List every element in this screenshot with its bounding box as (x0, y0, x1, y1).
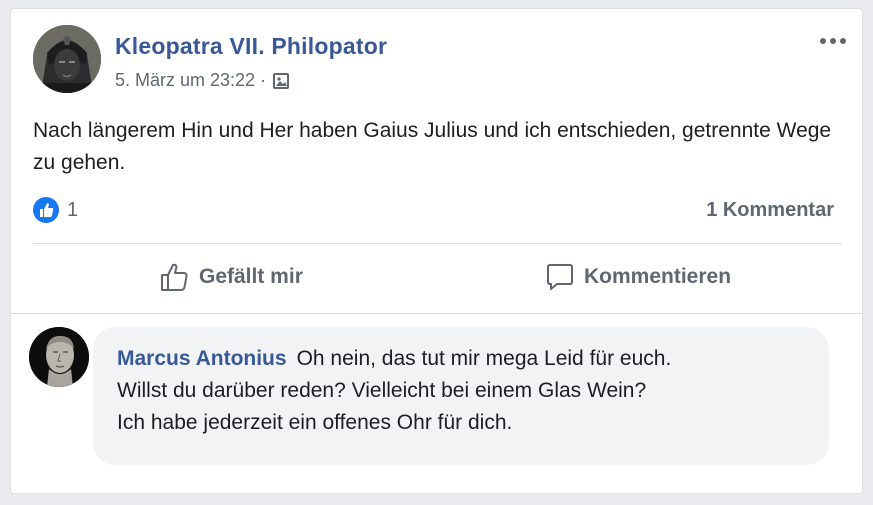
comment-text-line: Willst du darüber reden? Vielleicht bei … (117, 379, 647, 402)
comment-text-line: Oh nein, das tut mir mega Leid für euch. (296, 347, 672, 370)
post-timestamp[interactable]: 5. März um 23:22 · (115, 70, 266, 91)
comment-bubble: Marcus Antonius Oh nein, das tut mir mega… (93, 327, 829, 465)
post-text: Nach längerem Hin und Her haben Gaius Ju… (33, 119, 832, 174)
author-avatar[interactable] (33, 25, 101, 93)
comment-button[interactable]: Kommentieren (544, 261, 731, 293)
likes-count: 1 (67, 198, 79, 221)
comment-button-label: Kommentieren (584, 265, 732, 288)
comments-count[interactable]: 1 Kommentar (706, 199, 834, 222)
like-button-label: Gefällt mir (199, 265, 303, 288)
commenter-avatar[interactable] (29, 327, 89, 387)
like-button[interactable]: Gefällt mir (159, 261, 303, 293)
comment-text-line: Ich habe jederzeit ein offenes Ohr für d… (117, 411, 513, 434)
reaction-summary[interactable]: 1 (33, 197, 78, 223)
like-reaction-icon (33, 197, 59, 223)
divider (33, 243, 842, 244)
comment-first-line: Marcus Antonius Oh nein, das tut mir mega… (117, 343, 809, 375)
more-options-icon[interactable] (818, 31, 848, 51)
album-icon[interactable] (272, 72, 290, 90)
thumbs-up-icon (161, 263, 188, 291)
post-card: Kleopatra VII. Philopator 5. März um 23:… (10, 8, 863, 494)
post-meta: 5. März um 23:22 · (115, 70, 290, 91)
post-author-name[interactable]: Kleopatra VII. Philopator (115, 33, 387, 60)
divider (11, 313, 862, 314)
comment-icon (547, 264, 573, 290)
comment-author-name[interactable]: Marcus Antonius (117, 347, 287, 370)
